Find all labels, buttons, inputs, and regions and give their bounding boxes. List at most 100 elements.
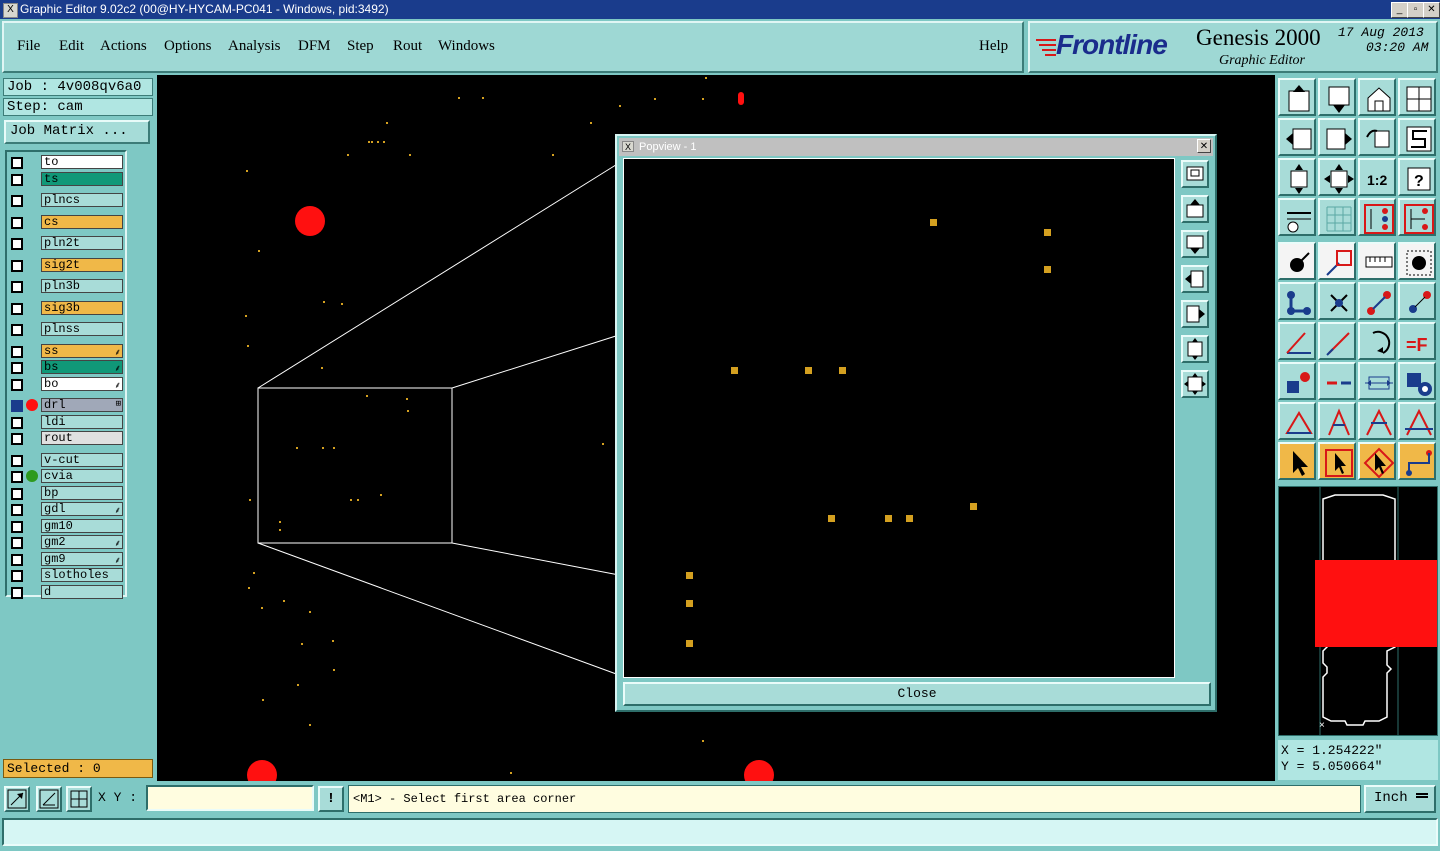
menu-file[interactable]: File: [17, 38, 40, 55]
layer-name[interactable]: v-cut: [41, 452, 123, 467]
layer-checkbox[interactable]: [11, 570, 23, 582]
layer-checkbox[interactable]: [11, 454, 23, 467]
measure-tool-button[interactable]: [1358, 362, 1396, 400]
pad-select-tool-button[interactable]: [1278, 362, 1316, 400]
layer-row-d[interactable]: d: [9, 584, 125, 600]
layer-name[interactable]: cvia: [41, 469, 123, 483]
delete-tool-button[interactable]: [1318, 282, 1356, 320]
menu-help[interactable]: Help: [979, 38, 1008, 55]
layer-checkbox[interactable]: [11, 281, 23, 293]
layer-row-gm9[interactable]: gm9 ⸙: [9, 551, 125, 567]
layer-row-v-cut[interactable]: v-cut: [9, 452, 125, 468]
ruler-tool-button[interactable]: [1358, 242, 1396, 280]
popview-canvas[interactable]: [623, 158, 1175, 678]
layer-checkbox[interactable]: [11, 157, 23, 169]
popview-options-button[interactable]: [1181, 160, 1209, 188]
job-matrix-button[interactable]: Job Matrix ...: [4, 120, 150, 144]
layer-checkbox[interactable]: [11, 216, 23, 229]
popview-close-icon[interactable]: ✕: [1197, 139, 1211, 153]
layer-checkbox[interactable]: [11, 504, 23, 516]
layer-checkbox[interactable]: [11, 471, 23, 483]
layer-checkbox[interactable]: [11, 173, 23, 186]
layer-name[interactable]: sig3b: [41, 300, 123, 315]
layer-name[interactable]: pln3b: [41, 279, 123, 293]
layer-row-plncs[interactable]: plncs: [9, 193, 125, 208]
layer-row-gm10[interactable]: gm10: [9, 518, 125, 534]
layer-row-pln3b[interactable]: pln3b: [9, 279, 125, 294]
xy-input[interactable]: [146, 785, 314, 811]
layer-checkbox[interactable]: [11, 586, 23, 599]
popview-pan-right-button[interactable]: [1181, 300, 1209, 328]
triangle-b-tool-button[interactable]: [1358, 402, 1396, 440]
layer-checkbox[interactable]: [11, 520, 23, 533]
layer-row-to[interactable]: to: [9, 155, 125, 170]
line-color-tool-button[interactable]: [1318, 242, 1356, 280]
help-tool-button[interactable]: ?: [1398, 158, 1436, 196]
popview-pan-down-button[interactable]: [1181, 230, 1209, 258]
layer-name[interactable]: ldi: [41, 414, 123, 429]
minimize-button[interactable]: _: [1391, 2, 1408, 18]
layer-row-gm2[interactable]: gm2 ⸙: [9, 535, 125, 550]
layer-name[interactable]: gm9: [41, 551, 123, 566]
layer-row-ts[interactable]: ts: [9, 171, 125, 187]
triangle-c-tool-button[interactable]: [1398, 402, 1436, 440]
popview-pan-up-button[interactable]: [1181, 195, 1209, 223]
shape-tool-button[interactable]: [1398, 362, 1436, 400]
undo-view-tool-button[interactable]: [1358, 118, 1396, 156]
layer-compare-tool-button[interactable]: [1358, 198, 1396, 236]
layer-row-drl[interactable]: drl ⊞: [9, 398, 125, 413]
layer-name[interactable]: plnss: [41, 322, 123, 336]
settings-tool-button[interactable]: [1278, 198, 1316, 236]
triangle-a-tool-button[interactable]: [1318, 402, 1356, 440]
layer-checkbox[interactable]: [11, 195, 23, 207]
grid-snap-button[interactable]: [66, 786, 92, 812]
line-tool-button[interactable]: [1318, 322, 1356, 360]
menu-analysis[interactable]: Analysis: [228, 38, 281, 55]
layer-checkbox[interactable]: [11, 362, 23, 374]
snap-mode-button[interactable]: [4, 786, 30, 812]
layer-row-ldi[interactable]: ldi: [9, 414, 125, 430]
layer-checkbox[interactable]: [11, 400, 23, 412]
layer-compare-2-tool-button[interactable]: [1398, 198, 1436, 236]
layer-name[interactable]: bp: [41, 485, 123, 500]
triangle-tool-button[interactable]: [1278, 402, 1316, 440]
layer-row-pln2t[interactable]: pln2t: [9, 236, 125, 251]
menu-step[interactable]: Step: [347, 38, 374, 55]
pad-add-tool-button[interactable]: [1278, 242, 1316, 280]
unit-selector[interactable]: Inch: [1364, 785, 1436, 813]
layer-name[interactable]: d: [41, 584, 123, 599]
grid-tool-button[interactable]: [1318, 198, 1356, 236]
layer-name[interactable]: rout: [41, 431, 123, 445]
layer-row-bo[interactable]: bo ⸙: [9, 376, 125, 392]
layer-row-slotholes[interactable]: slotholes: [9, 568, 125, 583]
home-tool-button[interactable]: [1358, 78, 1396, 116]
layer-row-bp[interactable]: bp: [9, 485, 125, 501]
pointer-box-tool-button[interactable]: [1318, 442, 1356, 480]
menu-dfm[interactable]: DFM: [298, 38, 331, 55]
board-overview[interactable]: ×: [1278, 486, 1438, 736]
connect-tool-button[interactable]: [1278, 282, 1316, 320]
move-tool-button[interactable]: [1358, 282, 1396, 320]
text-tool-button[interactable]: =F: [1398, 322, 1436, 360]
angle-tool-button[interactable]: [1278, 322, 1316, 360]
popview-zoom-fit-v-button[interactable]: [1181, 335, 1209, 363]
menu-actions[interactable]: Actions: [100, 38, 147, 55]
close-window-button[interactable]: ✕: [1423, 2, 1440, 18]
zoom-fit-vertical-tool-button[interactable]: [1278, 158, 1316, 196]
pointer-highlight-tool-button[interactable]: [1358, 442, 1396, 480]
pointer-tool-button[interactable]: [1278, 442, 1316, 480]
layer-name[interactable]: gm2: [41, 535, 123, 549]
sub-menu-down-tool-button[interactable]: [1318, 78, 1356, 116]
layer-checkbox[interactable]: [11, 487, 23, 500]
layer-checkbox[interactable]: [11, 553, 23, 566]
layer-name[interactable]: sig2t: [41, 257, 123, 272]
maximize-button[interactable]: ▫: [1407, 2, 1424, 18]
popview-zoom-fit-button[interactable]: [1181, 370, 1209, 398]
zoom-fit-tool-button[interactable]: [1318, 158, 1356, 196]
alert-button[interactable]: !: [318, 786, 344, 812]
popview-pan-left-button[interactable]: [1181, 265, 1209, 293]
redraw-tool-button[interactable]: [1398, 118, 1436, 156]
layer-row-sig3b[interactable]: sig3b: [9, 300, 125, 316]
layer-name[interactable]: bs: [41, 360, 123, 374]
pan-right-tool-button[interactable]: [1318, 118, 1356, 156]
